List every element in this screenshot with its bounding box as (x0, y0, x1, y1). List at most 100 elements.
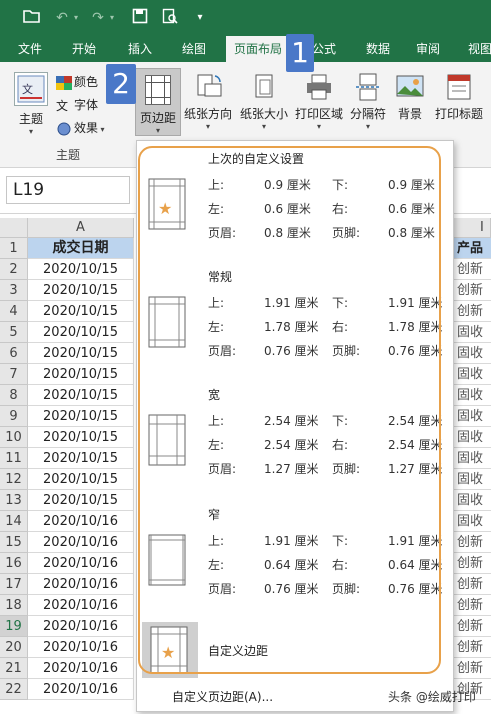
product-cell[interactable]: 固收 (452, 427, 491, 448)
product-cell[interactable]: 创新 (452, 532, 491, 553)
ribbon-tabs: 文件 开始 插入 绘图 页面布局 公式 数据 审阅 视图 (0, 36, 491, 62)
print-titles-button[interactable]: 打印标题 (430, 72, 488, 122)
tab-data[interactable]: 数据 (356, 36, 400, 62)
row-header[interactable]: 2 (0, 259, 28, 280)
row-header[interactable]: 17 (0, 574, 28, 595)
tab-file[interactable]: 文件 (8, 36, 52, 62)
product-cell[interactable]: 创新 (452, 595, 491, 616)
annotation-badge-2: 2 (106, 64, 136, 104)
tab-review[interactable]: 审阅 (406, 36, 450, 62)
row-header[interactable]: 6 (0, 343, 28, 364)
date-cell[interactable]: 2020/10/15 (28, 427, 134, 448)
date-cell[interactable]: 2020/10/16 (28, 658, 134, 679)
row-header[interactable]: 13 (0, 490, 28, 511)
product-cell[interactable]: 固收 (452, 511, 491, 532)
orientation-label: 纸张方向 (183, 107, 232, 121)
date-cell[interactable]: 2020/10/15 (28, 322, 134, 343)
product-cell[interactable]: 固收 (452, 343, 491, 364)
row-header[interactable]: 11 (0, 448, 28, 469)
tab-home[interactable]: 开始 (62, 36, 106, 62)
product-cell[interactable]: 固收 (452, 322, 491, 343)
row-header[interactable]: 16 (0, 553, 28, 574)
date-cell[interactable]: 2020/10/15 (28, 490, 134, 511)
date-cell[interactable]: 2020/10/15 (28, 301, 134, 322)
row-header[interactable]: 9 (0, 406, 28, 427)
background-button[interactable]: 背景 (392, 72, 428, 122)
margins-button[interactable]: 页边距 ▾ (135, 68, 181, 136)
themes-button[interactable]: 文 主题 ▾ (10, 72, 52, 136)
product-cell[interactable]: 创新 (452, 658, 491, 679)
row-header[interactable]: 15 (0, 532, 28, 553)
date-cell[interactable]: 2020/10/15 (28, 259, 134, 280)
orientation-button[interactable]: 纸张方向 ▾ (180, 72, 236, 131)
date-cell[interactable]: 2020/10/16 (28, 595, 134, 616)
breaks-button[interactable]: 分隔符 ▾ (346, 72, 390, 131)
product-cell[interactable]: 固收 (452, 364, 491, 385)
save-icon[interactable] (130, 8, 150, 28)
tab-page-layout[interactable]: 页面布局 (226, 36, 290, 62)
date-cell[interactable]: 2020/10/15 (28, 343, 134, 364)
product-cell[interactable]: 创新 (452, 280, 491, 301)
product-cell[interactable]: 固收 (452, 469, 491, 490)
row-header[interactable]: 10 (0, 427, 28, 448)
tab-view[interactable]: 视图 (458, 36, 491, 62)
print-preview-icon[interactable] (160, 8, 180, 28)
row-header[interactable]: 18 (0, 595, 28, 616)
row-header[interactable]: 1 (0, 238, 28, 259)
custom-margins-link[interactable]: 自定义页边距(A)... (172, 688, 273, 705)
header-cell-date[interactable]: 成交日期 (28, 238, 134, 259)
folder-open-icon[interactable] (22, 8, 42, 28)
column-header-right[interactable]: I (452, 218, 491, 238)
select-all-corner[interactable] (0, 218, 28, 238)
date-cell[interactable]: 2020/10/15 (28, 280, 134, 301)
column-header-a[interactable]: A (28, 218, 134, 238)
row-header[interactable]: 21 (0, 658, 28, 679)
row-header[interactable]: 7 (0, 364, 28, 385)
size-button[interactable]: 纸张大小 ▾ (236, 72, 292, 131)
product-cell[interactable]: 创新 (452, 574, 491, 595)
tab-draw[interactable]: 绘图 (172, 36, 216, 62)
row-header[interactable]: 14 (0, 511, 28, 532)
date-cell[interactable]: 2020/10/15 (28, 448, 134, 469)
name-box[interactable]: L19 (6, 176, 130, 204)
product-cell[interactable]: 创新 (452, 301, 491, 322)
product-cell[interactable]: 创新 (452, 553, 491, 574)
date-cell[interactable]: 2020/10/15 (28, 364, 134, 385)
date-cell[interactable]: 2020/10/16 (28, 679, 134, 700)
date-cell[interactable]: 2020/10/15 (28, 385, 134, 406)
margins-icon (145, 75, 171, 105)
undo-dropdown-icon[interactable]: ▾ (66, 8, 86, 28)
effects-button[interactable]: 效果 ▾ (56, 118, 105, 138)
product-cell[interactable]: 固收 (452, 490, 491, 511)
header-cell-product[interactable]: 产品 (452, 238, 491, 259)
date-cell[interactable]: 2020/10/15 (28, 406, 134, 427)
colors-icon (56, 75, 72, 90)
product-cell[interactable]: 固收 (452, 385, 491, 406)
date-cell[interactable]: 2020/10/15 (28, 469, 134, 490)
product-cell[interactable]: 固收 (452, 406, 491, 427)
product-cell[interactable]: 固收 (452, 448, 491, 469)
print-area-button[interactable]: 打印区域 ▾ (290, 72, 348, 131)
date-cell[interactable]: 2020/10/16 (28, 637, 134, 658)
row-header[interactable]: 20 (0, 637, 28, 658)
date-cell[interactable]: 2020/10/16 (28, 574, 134, 595)
product-cell[interactable]: 创新 (452, 637, 491, 658)
tab-insert[interactable]: 插入 (118, 36, 162, 62)
date-cell[interactable]: 2020/10/16 (28, 511, 134, 532)
customize-icon[interactable]: ▾ (190, 8, 210, 28)
redo-dropdown-icon[interactable]: ▾ (102, 8, 122, 28)
colors-button[interactable]: 颜色 (56, 72, 98, 92)
fonts-button[interactable]: 文字体 (56, 95, 98, 115)
row-header[interactable]: 3 (0, 280, 28, 301)
date-cell[interactable]: 2020/10/16 (28, 553, 134, 574)
row-header[interactable]: 22 (0, 679, 28, 700)
row-header[interactable]: 19 (0, 616, 28, 637)
row-header[interactable]: 12 (0, 469, 28, 490)
date-cell[interactable]: 2020/10/16 (28, 532, 134, 553)
date-cell[interactable]: 2020/10/16 (28, 616, 134, 637)
row-header[interactable]: 8 (0, 385, 28, 406)
product-cell[interactable]: 创新 (452, 616, 491, 637)
row-header[interactable]: 4 (0, 301, 28, 322)
product-cell[interactable]: 创新 (452, 259, 491, 280)
row-header[interactable]: 5 (0, 322, 28, 343)
